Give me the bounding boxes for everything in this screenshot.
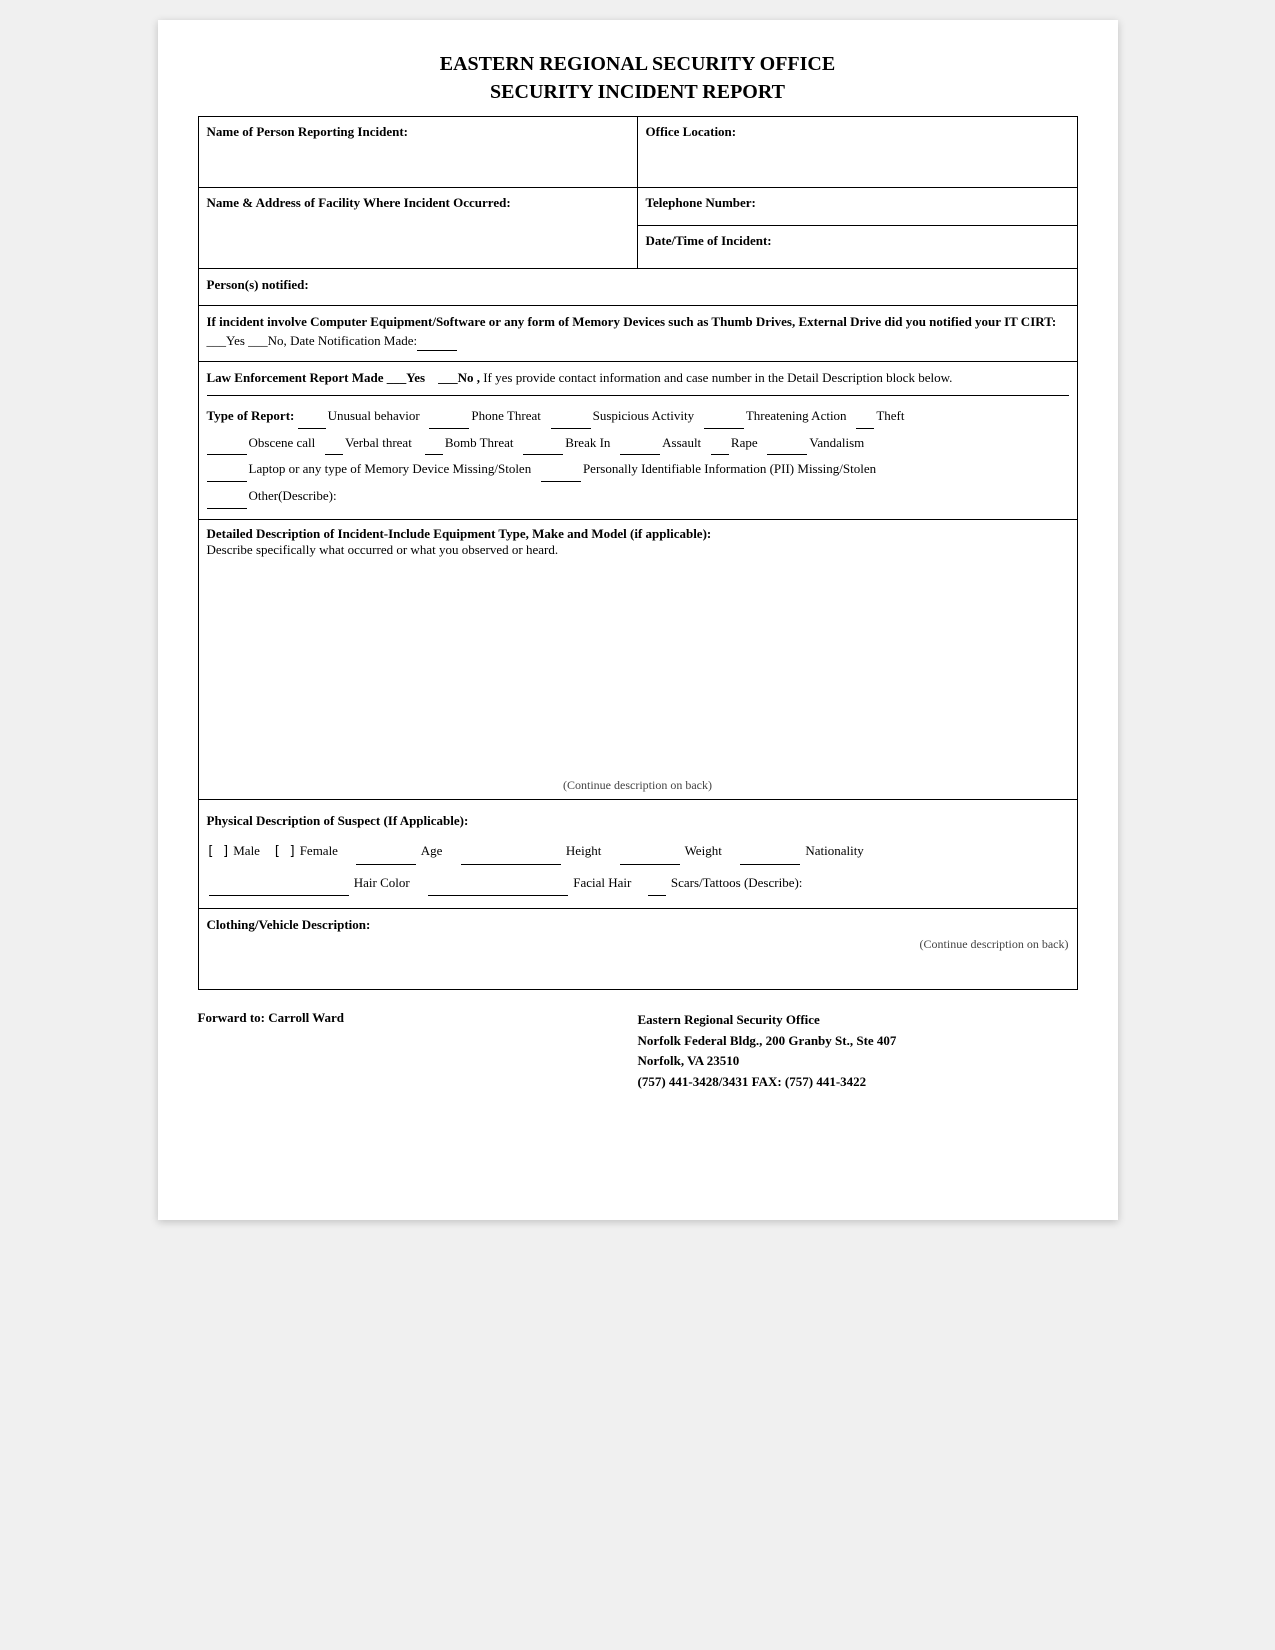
continue-back-2: (Continue description on back): [207, 933, 1069, 952]
physical-row-2: Hair Color Facial Hair Scars/Tattoos (De…: [207, 869, 1069, 896]
facility-label: Name & Address of Facility Where Inciden…: [207, 195, 511, 210]
facial-hair-value[interactable]: [428, 869, 568, 896]
nationality-label: Nationality: [805, 843, 864, 858]
type-other: Other(Describe):: [249, 488, 337, 503]
weight-label: Weight: [685, 843, 722, 858]
footer-org: Eastern Regional Security Office: [638, 1010, 1078, 1031]
main-form: Name of Person Reporting Incident: Offic…: [198, 116, 1078, 990]
footer-address1: Norfolk Federal Bldg., 200 Granby St., S…: [638, 1031, 1078, 1052]
type-vandalism: Vandalism: [809, 435, 864, 450]
datetime-label: Date/Time of Incident:: [646, 233, 772, 248]
it-cirt-date-label: Date Notification Made:: [290, 333, 459, 348]
type-rape: Rape: [731, 435, 758, 450]
age-value[interactable]: [356, 838, 416, 865]
facility-cell: Name & Address of Facility Where Inciden…: [199, 188, 638, 268]
continue-back-2-text: (Continue description on back): [920, 937, 1069, 951]
physical-row-1: [ ] Male [ ] Female Age Height Weight Na…: [207, 838, 1069, 865]
height-label: Height: [566, 843, 601, 858]
office-location-label: Office Location:: [646, 124, 737, 139]
type-row-2: Obscene call Verbal threat Bomb Threat B…: [207, 431, 1069, 456]
type-breakin: Break In: [565, 435, 610, 450]
type-bomb: Bomb Threat: [445, 435, 514, 450]
type-row-3: Laptop or any type of Memory Device Miss…: [207, 457, 1069, 482]
type-verbal: Verbal threat: [345, 435, 412, 450]
footer: Forward to: Carroll Ward Eastern Regiona…: [198, 1010, 1078, 1093]
height-value[interactable]: [461, 838, 561, 865]
title-section: EASTERN REGIONAL SECURITY OFFICE SECURIT…: [198, 50, 1078, 106]
type-report-label: Type of Report:: [207, 408, 295, 423]
type-unusual: Unusual behavior: [328, 408, 420, 423]
name-person-cell: Name of Person Reporting Incident:: [199, 117, 638, 187]
hair-color-label: Hair Color: [354, 875, 410, 890]
forward-to: Forward to: Carroll Ward: [198, 1010, 344, 1025]
weight-value[interactable]: [620, 838, 680, 865]
it-cirt-section: If incident involve Computer Equipment/S…: [199, 306, 1077, 362]
type-row-4: Other(Describe):: [207, 484, 1069, 509]
telephone-label: Telephone Number:: [646, 195, 756, 210]
female-label: Female: [300, 843, 338, 858]
male-checkbox[interactable]: [ ]: [207, 844, 230, 859]
type-laptop: Laptop or any type of Memory Device Miss…: [249, 461, 532, 476]
hair-color-value[interactable]: [209, 869, 349, 896]
physical-heading: Physical Description of Suspect (If Appl…: [207, 813, 469, 828]
description-subheading-text: Describe specifically what occurred or w…: [207, 542, 559, 557]
page: EASTERN REGIONAL SECURITY OFFICE SECURIT…: [158, 20, 1118, 1220]
clothing-section: Clothing/Vehicle Description: (Continue …: [199, 909, 1077, 989]
telephone-cell: Telephone Number:: [638, 188, 1077, 226]
type-obscene: Obscene call: [249, 435, 316, 450]
footer-left: Forward to: Carroll Ward: [198, 1010, 638, 1093]
type-assault: Assault: [662, 435, 701, 450]
it-cirt-yes-label: ___Yes ___No,: [207, 333, 287, 348]
law-enforcement-description: If yes provide contact information and c…: [483, 370, 952, 385]
physical-section: Physical Description of Suspect (If Appl…: [199, 800, 1077, 909]
type-row-1: Type of Report: Unusual behavior Phone T…: [207, 404, 1069, 429]
law-enforcement-section: Law Enforcement Report Made ___Yes ___No…: [199, 362, 1077, 396]
facial-hair-label: Facial Hair: [573, 875, 631, 890]
type-suspicious: Suspicious Activity: [593, 408, 694, 423]
type-phone: Phone Threat: [471, 408, 540, 423]
footer-right: Eastern Regional Security Office Norfolk…: [638, 1010, 1078, 1093]
continue-back-label: (Continue description on back): [207, 768, 1069, 793]
row1: Name of Person Reporting Incident: Offic…: [199, 117, 1077, 188]
office-location-cell: Office Location:: [638, 117, 1077, 187]
age-label: Age: [421, 843, 443, 858]
page-title: EASTERN REGIONAL SECURITY OFFICE SECURIT…: [198, 50, 1078, 106]
row2: Name & Address of Facility Where Inciden…: [199, 188, 1077, 269]
footer-address2: Norfolk, VA 23510: [638, 1051, 1078, 1072]
name-person-label: Name of Person Reporting Incident:: [207, 124, 408, 139]
clothing-label: Clothing/Vehicle Description:: [207, 917, 1069, 933]
female-checkbox[interactable]: [ ]: [273, 844, 296, 859]
description-section: Detailed Description of Incident-Include…: [199, 520, 1077, 800]
type-report-section: Type of Report: Unusual behavior Phone T…: [199, 396, 1077, 520]
type-theft: Theft: [876, 408, 904, 423]
law-enforcement-text: Law Enforcement Report Made ___Yes ___No…: [207, 368, 1069, 388]
footer-phone: (757) 441-3428/3431 FAX: (757) 441-3422: [638, 1072, 1078, 1093]
male-label: Male: [233, 843, 260, 858]
description-heading: Detailed Description of Incident-Include…: [207, 526, 1069, 558]
nationality-value[interactable]: [740, 838, 800, 865]
description-heading-text: Detailed Description of Incident-Include…: [207, 526, 712, 541]
persons-notified-label: Person(s) notified:: [207, 275, 1069, 295]
physical-heading-row: Physical Description of Suspect (If Appl…: [207, 808, 1069, 834]
type-pii: Personally Identifiable Information (PII…: [583, 461, 876, 476]
clothing-label-text: Clothing/Vehicle Description:: [207, 917, 371, 932]
it-cirt-text: If incident involve Computer Equipment/S…: [207, 312, 1069, 351]
persons-notified-section: Person(s) notified:: [199, 269, 1077, 306]
type-threatening: Threatening Action: [746, 408, 847, 423]
datetime-cell: Date/Time of Incident:: [638, 226, 1077, 264]
right-col2: Telephone Number: Date/Time of Incident:: [638, 188, 1077, 268]
scars-tattoos-label: Scars/Tattoos (Describe):: [671, 875, 803, 890]
